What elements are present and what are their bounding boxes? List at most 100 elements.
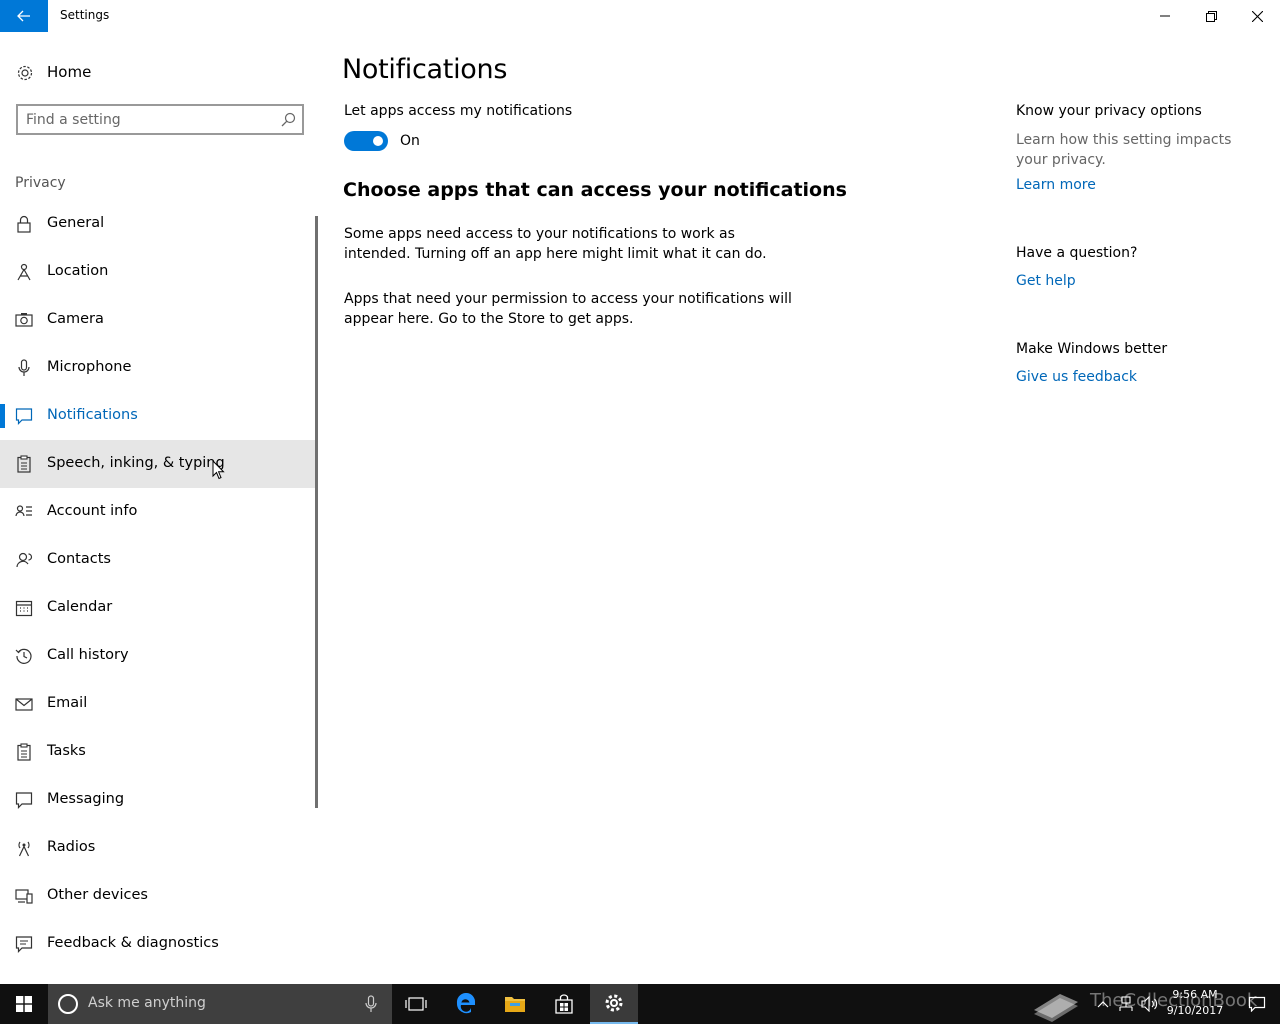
sidebar-item-email[interactable]: Email xyxy=(0,680,318,728)
back-button[interactable] xyxy=(0,0,48,32)
home-label: Home xyxy=(47,63,92,81)
cortana-search-box[interactable]: Ask me anything xyxy=(48,984,392,1024)
settings-taskbar-button[interactable] xyxy=(590,984,638,1024)
volume-button[interactable] xyxy=(1140,984,1160,1024)
get-help-link[interactable]: Get help xyxy=(1016,273,1076,289)
clock-time: 9:56 AM xyxy=(1172,988,1218,1001)
toggle-knob xyxy=(373,136,383,146)
toggle-state-label: On xyxy=(400,133,420,149)
feedback-icon xyxy=(15,936,33,953)
sidebar-item-microphone[interactable]: Microphone xyxy=(0,344,318,392)
sidebar-item-label: Messaging xyxy=(47,791,125,807)
start-button[interactable] xyxy=(0,984,48,1024)
microphone-icon xyxy=(18,359,30,376)
speaker-icon xyxy=(1141,996,1158,1012)
location-icon xyxy=(17,263,31,281)
email-icon xyxy=(15,698,33,711)
sidebar-item-radios[interactable]: Radios xyxy=(0,824,318,872)
toggle-label: Let apps access my notifications xyxy=(344,103,573,119)
sidebar-item-label: Contacts xyxy=(47,551,111,567)
sidebar-item-account-info[interactable]: Account info xyxy=(0,488,318,536)
chevron-up-icon xyxy=(1097,1001,1109,1008)
search-box[interactable] xyxy=(16,104,304,135)
task-view-button[interactable] xyxy=(392,984,440,1024)
learn-more-link[interactable]: Learn more xyxy=(1016,177,1096,193)
description-text: Some apps need access to your notificati… xyxy=(344,226,767,262)
restore-icon xyxy=(1205,10,1217,22)
clipboard-icon xyxy=(17,455,31,473)
make-windows-better-heading: Make Windows better xyxy=(1016,341,1168,357)
gear-icon xyxy=(605,994,623,1012)
sidebar-item-calendar[interactable]: Calendar xyxy=(0,584,318,632)
question-heading: Have a question? xyxy=(1016,245,1138,261)
close-button[interactable] xyxy=(1234,0,1280,32)
messaging-icon xyxy=(15,792,33,809)
notifications-access-toggle[interactable] xyxy=(344,131,388,151)
file-explorer-button[interactable] xyxy=(491,984,539,1024)
show-hidden-icons-button[interactable] xyxy=(1094,984,1112,1024)
give-feedback-link[interactable]: Give us feedback xyxy=(1016,369,1137,385)
sidebar-item-location[interactable]: Location xyxy=(0,248,318,296)
privacy-nav-list: General Location Camera Microphone Notif… xyxy=(0,200,318,968)
empty-state-text: Apps that need your permission to access… xyxy=(344,291,792,327)
sidebar-item-tasks[interactable]: Tasks xyxy=(0,728,318,776)
sidebar-item-label: Notifications xyxy=(47,407,138,423)
task-view-icon xyxy=(405,997,427,1011)
sidebar-item-notifications[interactable]: Notifications xyxy=(0,392,318,440)
edge-browser-button[interactable] xyxy=(442,984,490,1024)
sidebar-item-label: Tasks xyxy=(47,743,86,759)
history-icon xyxy=(15,648,32,664)
sidebar-item-camera[interactable]: Camera xyxy=(0,296,318,344)
sidebar-item-contacts[interactable]: Contacts xyxy=(0,536,318,584)
contacts-icon xyxy=(16,552,33,568)
sidebar-item-label: Call history xyxy=(47,647,129,663)
sidebar-item-label: General xyxy=(47,215,105,231)
section-label-privacy: Privacy xyxy=(15,175,66,191)
folder-icon xyxy=(505,997,525,1012)
search-icon xyxy=(281,112,296,127)
network-icon xyxy=(1119,996,1133,1011)
sidebar-item-label: Radios xyxy=(47,839,96,855)
windows-logo-icon xyxy=(16,996,32,1012)
book-watermark-icon xyxy=(1034,994,1078,1022)
restore-button[interactable] xyxy=(1188,0,1234,32)
section-heading: Choose apps that can access your notific… xyxy=(343,179,847,201)
minimize-button[interactable] xyxy=(1142,0,1188,32)
tasks-icon xyxy=(17,743,31,761)
sidebar-item-label: Camera xyxy=(47,311,104,327)
store-button[interactable] xyxy=(540,984,588,1024)
sidebar-item-call-history[interactable]: Call history xyxy=(0,632,318,680)
taskbar-search-placeholder: Ask me anything xyxy=(88,995,206,1011)
notification-icon xyxy=(15,408,33,425)
privacy-options-heading: Know your privacy options xyxy=(1016,103,1202,119)
sidebar-item-messaging[interactable]: Messaging xyxy=(0,776,318,824)
minimize-icon xyxy=(1160,15,1170,17)
sidebar-item-label: Location xyxy=(47,263,109,279)
store-bag-icon xyxy=(555,994,573,1014)
sidebar-scrollbar[interactable] xyxy=(315,216,318,808)
close-icon xyxy=(1251,10,1263,22)
back-arrow-icon xyxy=(17,10,30,22)
network-button[interactable] xyxy=(1116,984,1136,1024)
taskbar-clock[interactable]: 9:56 AM 9/10/2017 xyxy=(1160,987,1230,1019)
radios-icon xyxy=(18,841,30,857)
active-indicator xyxy=(0,404,5,428)
action-center-icon xyxy=(1248,996,1266,1012)
sidebar-item-general[interactable]: General xyxy=(0,200,318,248)
sidebar-item-label: Email xyxy=(47,695,88,711)
sidebar-item-feedback[interactable]: Feedback & diagnostics xyxy=(0,920,318,968)
privacy-options-text: Learn how this setting impacts your priv… xyxy=(1016,132,1232,168)
search-input[interactable] xyxy=(26,110,266,130)
home-nav-item[interactable]: Home xyxy=(0,56,318,90)
sidebar-item-other-devices[interactable]: Other devices xyxy=(0,872,318,920)
sidebar-item-label: Speech, inking, & typing xyxy=(47,455,225,471)
sidebar-item-label: Calendar xyxy=(47,599,113,615)
calendar-icon xyxy=(15,600,33,617)
taskbar: Ask me anything TheCollectionBook 9:56 A… xyxy=(0,984,1280,1024)
camera-icon xyxy=(15,313,33,327)
action-center-button[interactable] xyxy=(1234,984,1280,1024)
sidebar-item-speech[interactable]: Speech, inking, & typing xyxy=(0,440,318,488)
microphone-icon[interactable] xyxy=(364,995,378,1013)
cortana-icon xyxy=(58,994,78,1014)
sidebar-item-label: Feedback & diagnostics xyxy=(47,935,219,951)
